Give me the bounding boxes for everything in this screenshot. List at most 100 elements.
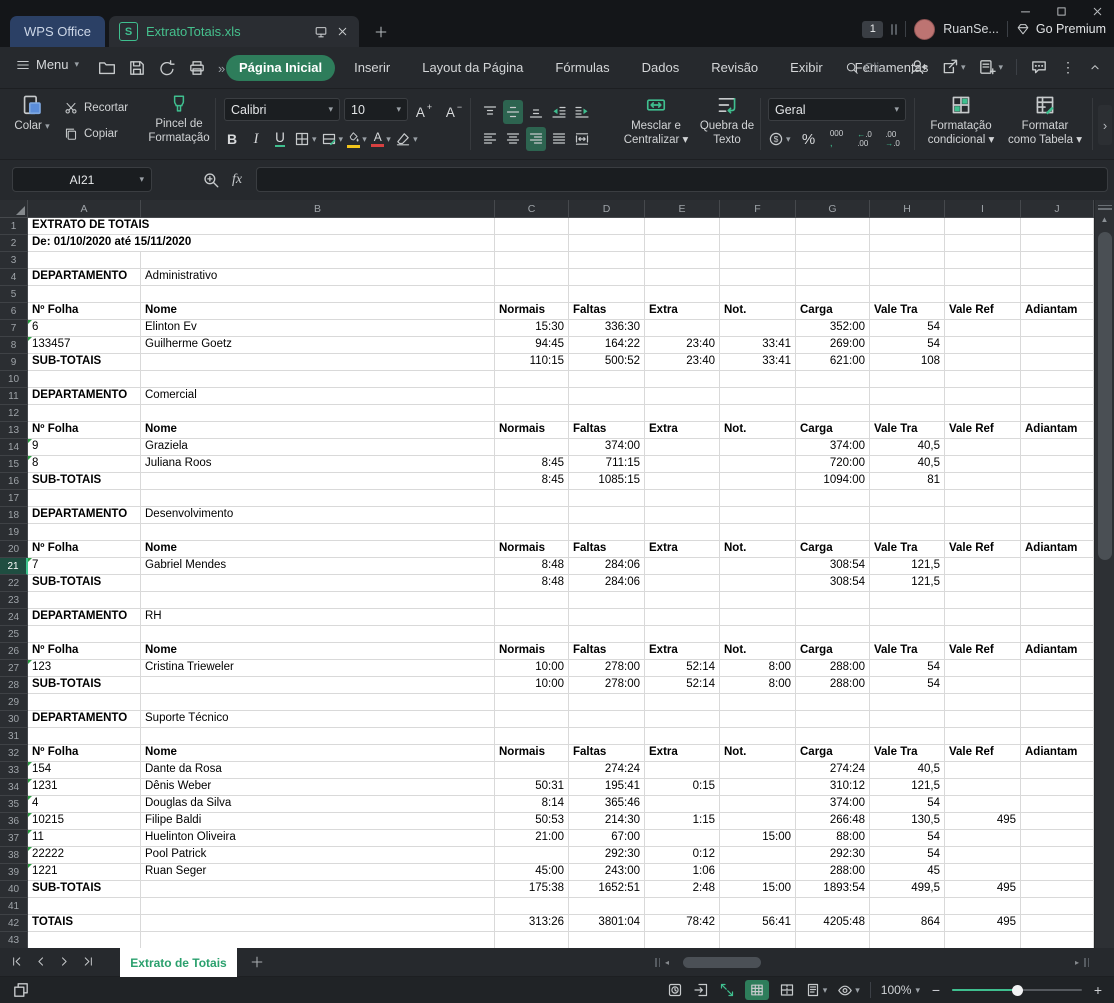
cell-I11[interactable] (945, 388, 1021, 405)
window-close-icon[interactable] (1090, 4, 1104, 18)
cell-I9[interactable] (945, 354, 1021, 371)
row-header-9[interactable]: 9 (0, 354, 28, 371)
cell-D18[interactable] (569, 507, 645, 524)
cell-E30[interactable] (645, 711, 720, 728)
currency-button[interactable]: $▾ (768, 127, 791, 151)
cell-H5[interactable] (870, 286, 945, 303)
cell-F9[interactable]: 33:41 (720, 354, 796, 371)
row-header-40[interactable]: 40 (0, 881, 28, 898)
cell-I37[interactable] (945, 830, 1021, 847)
cell-J5[interactable] (1021, 286, 1094, 303)
cell-F25[interactable] (720, 626, 796, 643)
wps-office-home-tab[interactable]: WPS Office (10, 16, 105, 47)
cell-C1[interactable] (495, 218, 569, 235)
cell-E24[interactable] (645, 609, 720, 626)
cell-H15[interactable]: 40,5 (870, 456, 945, 473)
cell-B38[interactable]: Pool Patrick (141, 847, 495, 864)
cell-J19[interactable] (1021, 524, 1094, 541)
cell-H40[interactable]: 499,5 (870, 881, 945, 898)
cell-shading-button[interactable]: ▾ (321, 127, 344, 151)
cell-C27[interactable]: 10:00 (495, 660, 569, 677)
cell-F42[interactable]: 56:41 (720, 915, 796, 932)
tab-exibir[interactable]: Exibir (777, 55, 836, 81)
cell-I13[interactable]: Vale Ref (945, 422, 1021, 439)
cell-F14[interactable] (720, 439, 796, 456)
cell-J12[interactable] (1021, 405, 1094, 422)
cell-D5[interactable] (569, 286, 645, 303)
zoom-slider-thumb[interactable] (1012, 985, 1023, 996)
cell-D33[interactable]: 274:24 (569, 762, 645, 779)
cell-C20[interactable]: Normais (495, 541, 569, 558)
cell-J6[interactable]: Adiantam (1021, 303, 1094, 320)
cell-G33[interactable]: 274:24 (796, 762, 870, 779)
cell-A23[interactable] (28, 592, 141, 609)
cell-B5[interactable] (141, 286, 495, 303)
cell-C17[interactable] (495, 490, 569, 507)
cell-B28[interactable] (141, 677, 495, 694)
cell-A34[interactable]: 1231 (28, 779, 141, 796)
scroll-right-icon[interactable]: ▸ (1075, 958, 1079, 967)
cell-F23[interactable] (720, 592, 796, 609)
cell-C4[interactable] (495, 269, 569, 286)
cell-D43[interactable] (569, 932, 645, 948)
cell-C32[interactable]: Normais (495, 745, 569, 762)
cell-A3[interactable] (28, 252, 141, 269)
cell-G11[interactable] (796, 388, 870, 405)
cell-E9[interactable]: 23:40 (645, 354, 720, 371)
cell-G29[interactable] (796, 694, 870, 711)
open-file-icon[interactable] (98, 59, 116, 77)
cell-B11[interactable]: Comercial (141, 388, 495, 405)
cell-B6[interactable]: Nome (141, 303, 495, 320)
cell-J18[interactable] (1021, 507, 1094, 524)
cell-J25[interactable] (1021, 626, 1094, 643)
cell-E15[interactable] (645, 456, 720, 473)
vertical-scroll-thumb[interactable] (1098, 232, 1112, 560)
formula-input[interactable] (256, 167, 1108, 192)
last-sheet-icon[interactable] (82, 955, 95, 968)
cell-J29[interactable] (1021, 694, 1094, 711)
cell-C31[interactable] (495, 728, 569, 745)
cell-C3[interactable] (495, 252, 569, 269)
cell-B31[interactable] (141, 728, 495, 745)
cell-B16[interactable] (141, 473, 495, 490)
cell-I39[interactable] (945, 864, 1021, 881)
cell-B32[interactable]: Nome (141, 745, 495, 762)
cell-I30[interactable] (945, 711, 1021, 728)
cell-J1[interactable] (1021, 218, 1094, 235)
cut-button[interactable]: Recortar (64, 101, 128, 115)
cell-A42[interactable]: TOTAIS (28, 915, 141, 932)
cell-C12[interactable] (495, 405, 569, 422)
row-header-33[interactable]: 33 (0, 762, 28, 779)
cell-I43[interactable] (945, 932, 1021, 948)
cell-D6[interactable]: Faltas (569, 303, 645, 320)
horizontal-scroll-thumb[interactable] (683, 957, 761, 968)
cell-H1[interactable] (870, 218, 945, 235)
cell-H21[interactable]: 121,5 (870, 558, 945, 575)
cell-D30[interactable] (569, 711, 645, 728)
cell-G31[interactable] (796, 728, 870, 745)
cell-D23[interactable] (569, 592, 645, 609)
cell-A29[interactable] (28, 694, 141, 711)
minimize-icon[interactable] (1018, 4, 1032, 18)
new-document-button[interactable] (374, 25, 388, 39)
cell-F2[interactable] (720, 235, 796, 252)
row-header-29[interactable]: 29 (0, 694, 28, 711)
cell-F34[interactable] (720, 779, 796, 796)
cell-F8[interactable]: 33:41 (720, 337, 796, 354)
tab-layout-da-p-gina[interactable]: Layout da Página (409, 55, 536, 81)
column-header-A[interactable]: A (28, 200, 141, 218)
font-size-combo[interactable]: 10 ▾ (344, 98, 408, 121)
cell-J40[interactable] (1021, 881, 1094, 898)
row-header-6[interactable]: 6 (0, 303, 28, 320)
cell-B29[interactable] (141, 694, 495, 711)
cell-F38[interactable] (720, 847, 796, 864)
cell-H14[interactable]: 40,5 (870, 439, 945, 456)
cell-B3[interactable] (141, 252, 495, 269)
eraser-button[interactable]: ▾ (395, 127, 418, 151)
cell-I18[interactable] (945, 507, 1021, 524)
next-sheet-icon[interactable] (58, 955, 71, 968)
cell-H32[interactable]: Vale Tra (870, 745, 945, 762)
cell-A15[interactable]: 8 (28, 456, 141, 473)
cell-F5[interactable] (720, 286, 796, 303)
font-name-combo[interactable]: Calibri ▾ (224, 98, 340, 121)
